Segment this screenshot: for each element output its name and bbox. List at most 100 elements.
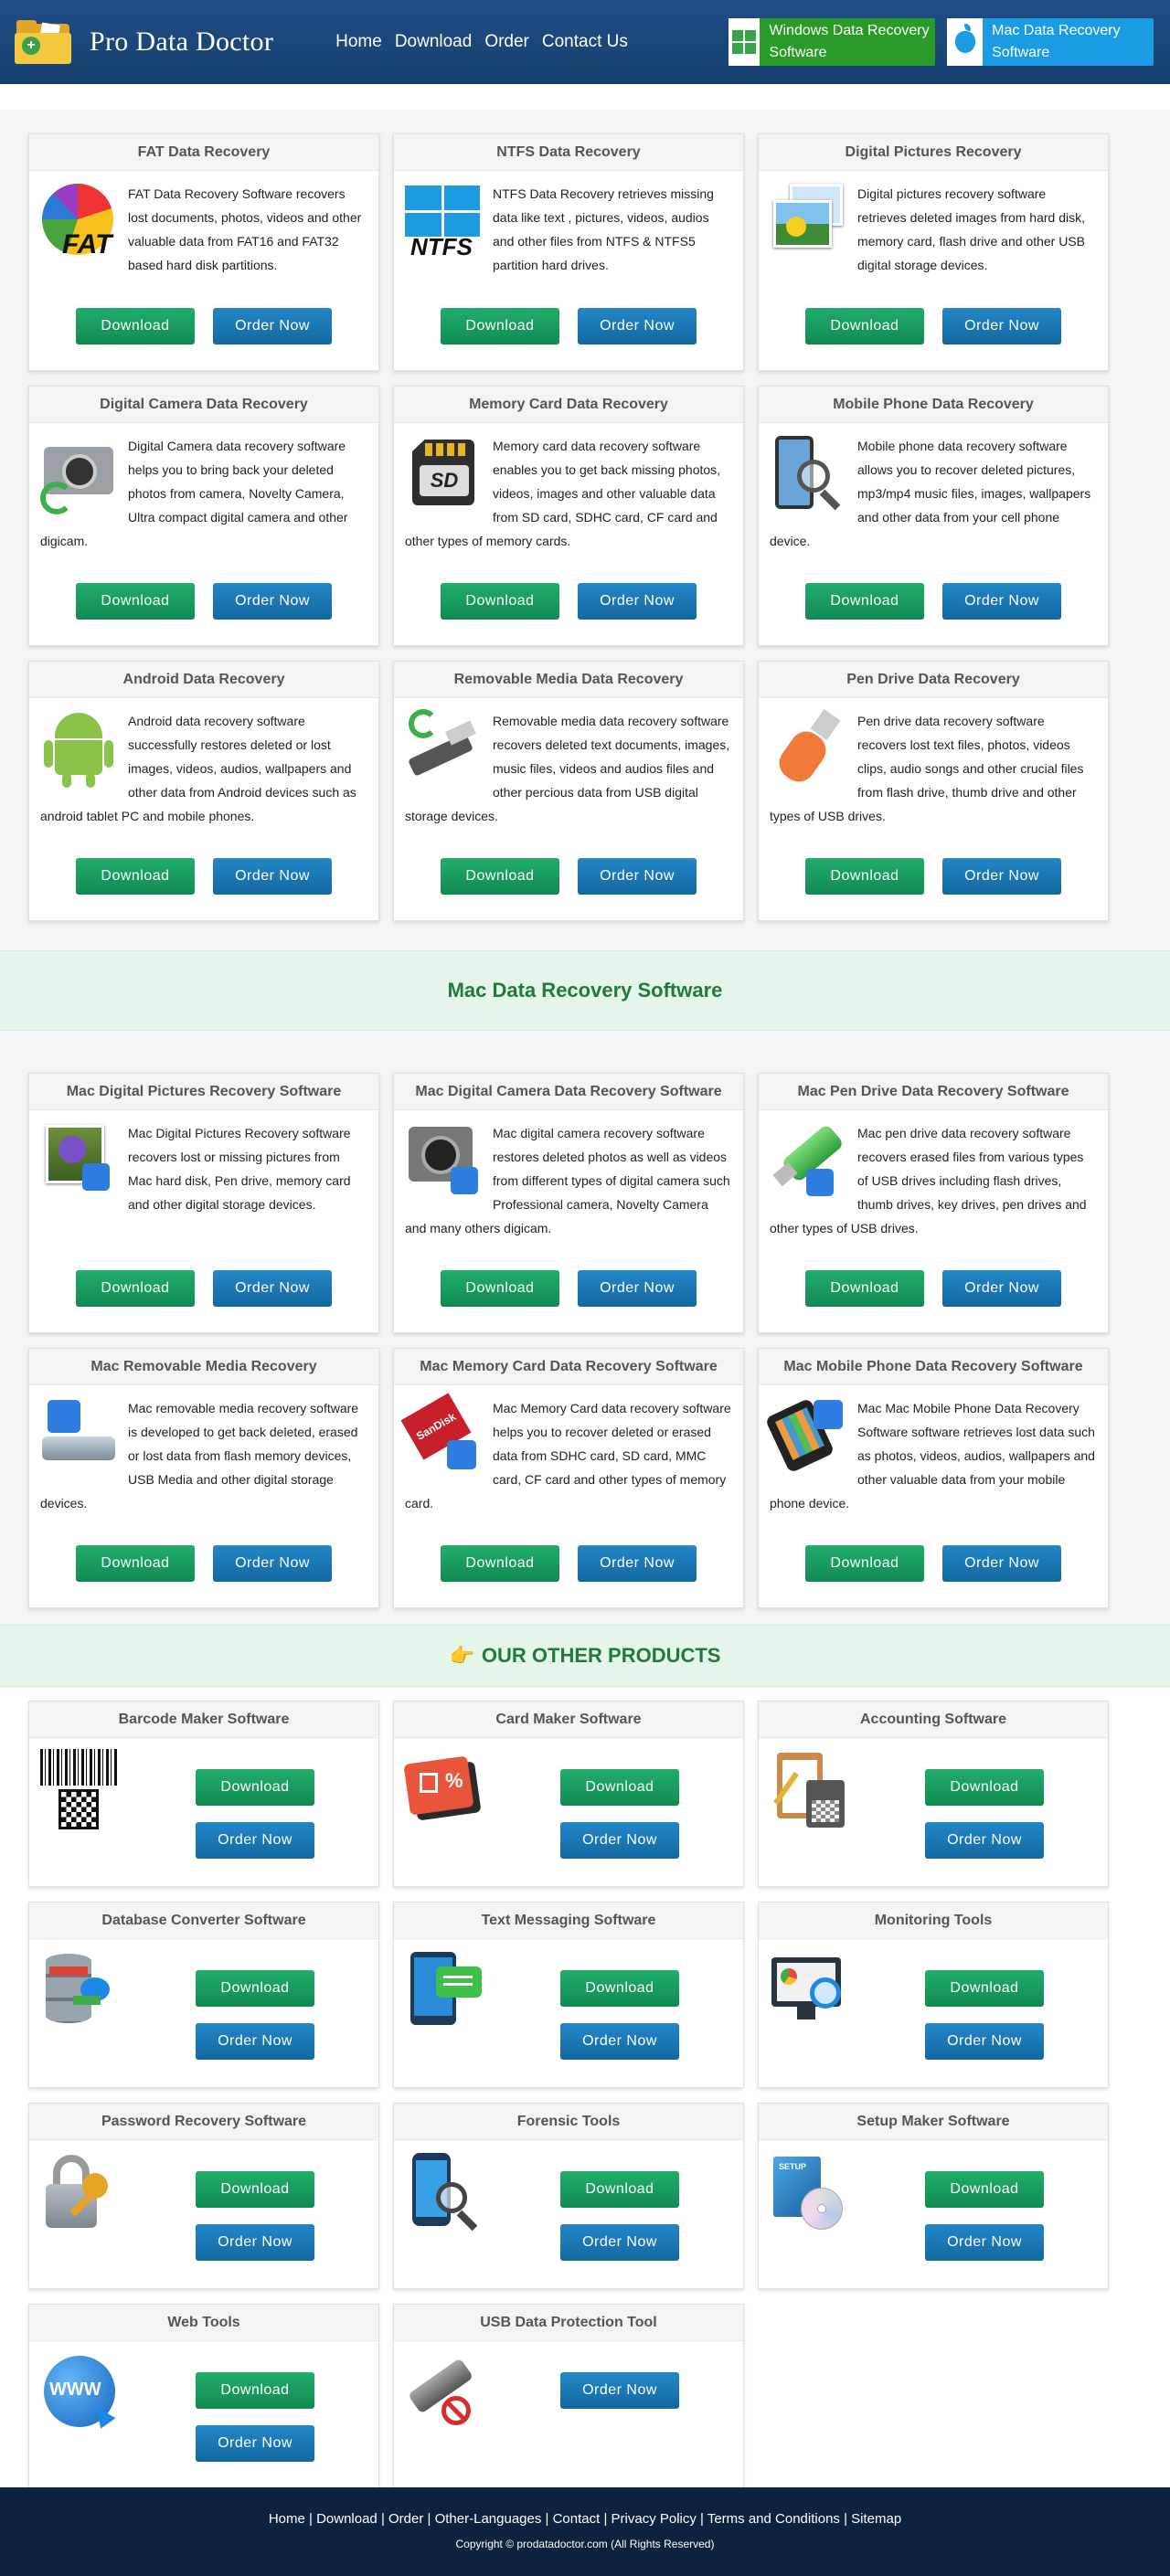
download-button[interactable]: Download <box>560 2171 679 2208</box>
order-now-button[interactable]: Order Now <box>196 2023 314 2060</box>
windows-logo-icon <box>729 18 760 66</box>
ntfs-data-recovery-card: NTFS Data Recovery NTFS NTFS Data Recove… <box>393 133 744 371</box>
download-button[interactable]: Download <box>76 308 195 345</box>
card-title: Mac Digital Pictures Recovery Software <box>29 1074 378 1110</box>
mac-camera-icon <box>405 1121 484 1200</box>
card-title: Mac Digital Camera Data Recovery Softwar… <box>394 1074 743 1110</box>
footer-separator: | <box>839 2511 852 2527</box>
mac-recovery-button[interactable]: Mac Data Recovery Software <box>947 18 1154 66</box>
download-button[interactable]: Download <box>441 1545 559 1582</box>
folder-logo-icon[interactable]: + <box>13 18 73 66</box>
setup-maker-software-card: Setup Maker Software SETUP Download Order… <box>758 2103 1109 2289</box>
download-button[interactable]: Download <box>805 1270 924 1307</box>
download-button[interactable]: Download <box>805 583 924 620</box>
download-button[interactable]: Download <box>925 2171 1044 2208</box>
card-body: NTFS NTFS Data Recovery retrieves missin… <box>394 171 743 290</box>
card-actions: Download Order Now <box>394 858 743 895</box>
download-button[interactable]: Download <box>441 1270 559 1307</box>
download-button[interactable]: Download <box>805 1545 924 1582</box>
download-button[interactable]: Download <box>560 1769 679 1806</box>
order-now-button[interactable]: Order Now <box>196 1822 314 1859</box>
order-now-button[interactable]: Order Now <box>942 1545 1061 1582</box>
download-button[interactable]: Download <box>196 1769 314 1806</box>
fat-data-recovery-card: FAT Data Recovery FAT FAT Data Recovery … <box>28 133 379 371</box>
download-button[interactable]: Download <box>441 308 559 345</box>
card-body: SanDisk Mac Memory Card data recovery so… <box>394 1385 743 1515</box>
download-button[interactable]: Download <box>560 1970 679 2007</box>
card-title: Android Data Recovery <box>29 662 378 698</box>
download-button[interactable]: Download <box>76 1545 195 1582</box>
order-now-button[interactable]: Order Now <box>578 858 697 895</box>
footer-link-terms-and-conditions[interactable]: Terms and Conditions <box>707 2511 840 2527</box>
download-button[interactable]: Download <box>76 858 195 895</box>
order-now-button[interactable]: Order Now <box>213 1270 332 1307</box>
card-maker-software-card: Card Maker Software % Download Order Now <box>393 1701 744 1887</box>
order-now-button[interactable]: Order Now <box>925 2224 1044 2261</box>
card-title: Text Messaging Software <box>394 1903 743 1939</box>
order-now-button[interactable]: Order Now <box>213 308 332 345</box>
order-now-button[interactable]: Order Now <box>578 308 697 345</box>
download-button[interactable]: Download <box>196 2372 314 2409</box>
footer-link-contact[interactable]: Contact <box>553 2511 601 2527</box>
nav-download[interactable]: Download <box>395 32 473 52</box>
windows-products-section: FAT Data Recovery FAT FAT Data Recovery … <box>0 110 1170 950</box>
card-title: Card Maker Software <box>394 1701 743 1738</box>
nav-contact-us[interactable]: Contact Us <box>542 32 628 52</box>
card-title: NTFS Data Recovery <box>394 134 743 171</box>
forensic-tools-card: Forensic Tools Download Order Now <box>393 2103 744 2289</box>
padlock-key-icon <box>40 2151 122 2233</box>
download-button[interactable]: Download <box>925 1769 1044 1806</box>
mac-hard-drive-icon <box>40 1396 119 1475</box>
order-now-button[interactable]: Order Now <box>213 583 332 620</box>
order-now-button[interactable]: Order Now <box>942 1270 1061 1307</box>
download-button[interactable]: Download <box>441 583 559 620</box>
order-now-button[interactable]: Order Now <box>925 1822 1044 1859</box>
card-description: NTFS Data Recovery retrieves missing dat… <box>493 186 714 272</box>
footer-link-privacy-policy[interactable]: Privacy Policy <box>612 2511 697 2527</box>
barcode-qr-icon <box>40 1749 122 1831</box>
footer-link-order[interactable]: Order <box>388 2511 423 2527</box>
order-now-button[interactable]: Order Now <box>578 1545 697 1582</box>
footer-link-download[interactable]: Download <box>316 2511 378 2527</box>
brand-name[interactable]: Pro Data Doctor <box>90 27 273 58</box>
android-icon <box>40 709 119 788</box>
windows-recovery-button[interactable]: Windows Data Recovery Software <box>729 18 935 66</box>
download-button[interactable]: Download <box>76 583 195 620</box>
footer-link-other-languages[interactable]: Other-Languages <box>435 2511 542 2527</box>
pointing-hand-icon: 👉 <box>449 1644 474 1667</box>
footer-separator: | <box>304 2511 317 2527</box>
download-button[interactable]: Download <box>196 1970 314 2007</box>
download-button[interactable]: Download <box>925 1970 1044 2007</box>
download-button[interactable]: Download <box>805 308 924 345</box>
main-nav: Home Download Order Contact Us <box>335 32 628 52</box>
order-now-button[interactable]: Order Now <box>560 1822 679 1859</box>
card-actions: Download Order Now <box>29 583 378 620</box>
order-now-button[interactable]: Order Now <box>196 2224 314 2261</box>
order-now-button[interactable]: Order Now <box>560 2224 679 2261</box>
digital-pictures-recovery-card: Digital Pictures Recovery Digital pictur… <box>758 133 1109 371</box>
order-now-button[interactable]: Order Now <box>213 1545 332 1582</box>
card-title: Password Recovery Software <box>29 2104 378 2140</box>
nav-home[interactable]: Home <box>335 32 382 52</box>
order-now-button[interactable]: Order Now <box>925 2023 1044 2060</box>
order-now-button[interactable]: Order Now <box>213 858 332 895</box>
order-now-button[interactable]: Order Now <box>196 2425 314 2462</box>
footer-link-home[interactable]: Home <box>269 2511 305 2527</box>
nav-order[interactable]: Order <box>484 32 529 52</box>
footer-separator: | <box>377 2511 389 2527</box>
download-button[interactable]: Download <box>76 1270 195 1307</box>
order-now-button[interactable]: Order Now <box>942 858 1061 895</box>
download-button[interactable]: Download <box>805 858 924 895</box>
download-button[interactable]: Download <box>196 2171 314 2208</box>
order-now-button[interactable]: Order Now <box>578 1270 697 1307</box>
gift-card-icon: % <box>403 1749 487 1831</box>
order-now-button[interactable]: Order Now <box>560 2372 679 2409</box>
order-now-button[interactable]: Order Now <box>578 583 697 620</box>
mac-products-grid: Mac Digital Pictures Recovery Software M… <box>28 1073 1110 1623</box>
download-button[interactable]: Download <box>441 858 559 895</box>
accounting-software-card: Accounting Software Download Order Now <box>758 1701 1109 1887</box>
order-now-button[interactable]: Order Now <box>560 2023 679 2060</box>
order-now-button[interactable]: Order Now <box>942 308 1061 345</box>
footer-link-sitemap[interactable]: Sitemap <box>851 2511 901 2527</box>
order-now-button[interactable]: Order Now <box>942 583 1061 620</box>
